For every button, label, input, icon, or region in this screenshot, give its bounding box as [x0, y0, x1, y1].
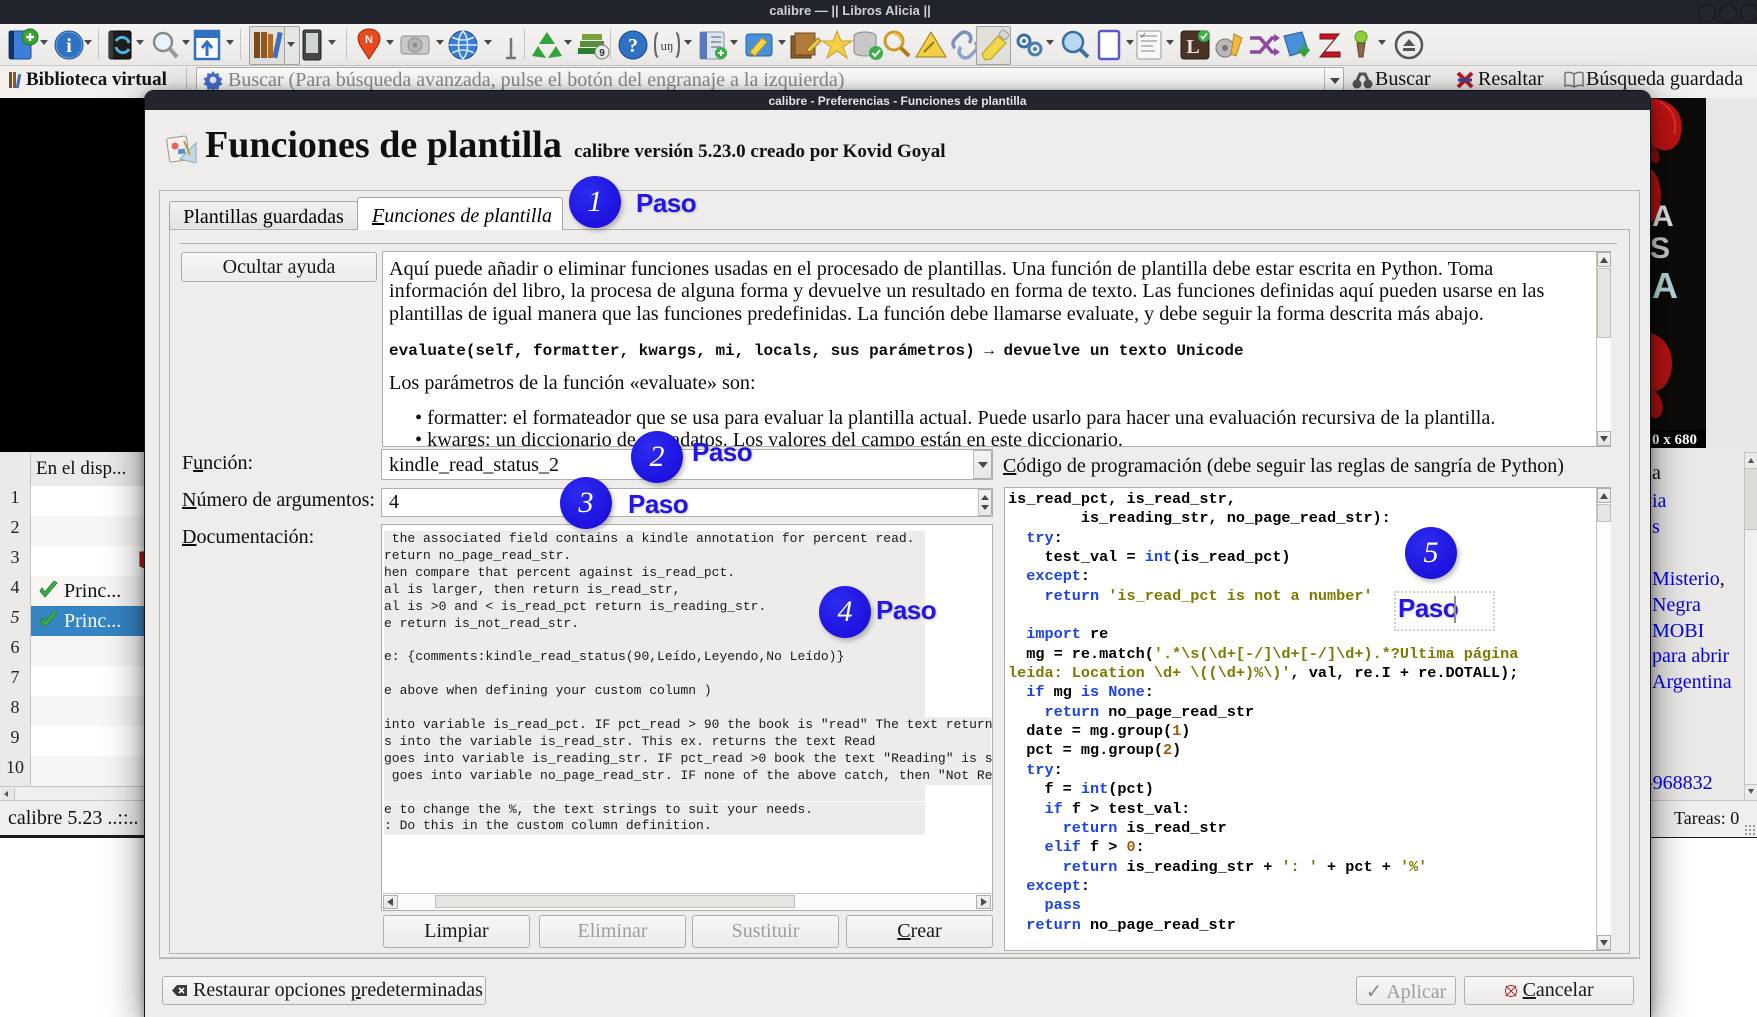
svg-text:i: i [66, 35, 72, 57]
svg-text:A: A [1652, 200, 1674, 233]
svg-text:uŋ: uŋ [661, 38, 674, 53]
svg-text:9: 9 [599, 48, 605, 59]
svg-text:A: A [1652, 265, 1678, 306]
svg-text:L: L [1186, 36, 1199, 58]
svg-text:0 x 680: 0 x 680 [1652, 432, 1697, 448]
svg-text:S: S [1650, 232, 1670, 265]
svg-text:N: N [365, 34, 373, 46]
svg-text:?: ? [628, 35, 638, 57]
